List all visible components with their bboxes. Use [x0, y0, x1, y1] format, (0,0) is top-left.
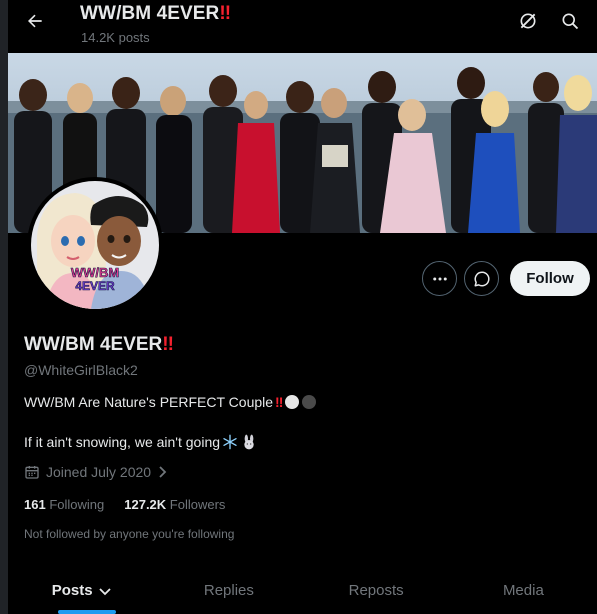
message-icon: [474, 270, 490, 286]
avatar-illustration: WW/BM 4EVER: [31, 181, 159, 309]
chevron-right-icon: [159, 466, 167, 478]
post-count: 14.2K posts: [81, 30, 150, 45]
profile-avatar[interactable]: WW/BM 4EVER: [27, 177, 163, 313]
bio-line-1: WW/BM Are Nature's PERFECT Couple !!: [24, 394, 317, 410]
svg-text:4EVER: 4EVER: [75, 279, 115, 293]
tab-reposts[interactable]: Reposts: [303, 566, 450, 614]
tab-posts[interactable]: Posts: [8, 566, 155, 614]
profile-page: WW/BM 4EVER!! 14.2K posts WW/BM 4EVER Fo…: [8, 0, 597, 614]
tab-active-indicator: [58, 610, 116, 614]
search-button[interactable]: [558, 9, 582, 33]
page-title: WW/BM 4EVER!!: [80, 3, 231, 25]
rabbit-icon: [244, 434, 254, 450]
more-icon: [432, 277, 447, 280]
display-name: WW/BM 4EVER!!: [24, 334, 174, 356]
joined-text: Joined July 2020: [46, 464, 152, 480]
bio-text-2: If it ain't snowing, we ain't going: [24, 434, 221, 450]
window-frame: [0, 0, 8, 614]
arrow-left-icon: [28, 14, 42, 28]
more-button[interactable]: [422, 261, 457, 296]
follow-stats: 161 Following 127.2K Followers: [24, 497, 225, 512]
name-emoji: !!: [162, 334, 174, 355]
tab-posts-label: Posts: [51, 582, 93, 599]
followers-link[interactable]: 127.2K Followers: [124, 497, 225, 512]
followers-count: 127.2K: [124, 497, 167, 512]
following-count: 161: [24, 497, 46, 512]
tab-reposts-label: Reposts: [348, 582, 404, 599]
grok-icon: [520, 13, 536, 29]
followers-label: Followers: [169, 497, 226, 512]
follow-button[interactable]: Follow: [510, 261, 590, 296]
back-button[interactable]: [20, 6, 50, 36]
message-button[interactable]: [464, 261, 499, 296]
chevron-down-icon: [98, 588, 111, 596]
svg-text:WW/BM: WW/BM: [71, 265, 119, 280]
profile-tabs: Posts Replies Reposts Media: [8, 566, 597, 614]
black-circle-icon: [302, 395, 317, 409]
following-link[interactable]: 161 Following: [24, 497, 104, 512]
grok-button[interactable]: [516, 9, 540, 33]
white-circle-icon: [285, 395, 300, 409]
calendar-icon: [25, 466, 39, 479]
top-bar: WW/BM 4EVER!! 14.2K posts: [8, 0, 597, 53]
bio-text-1: WW/BM Are Nature's PERFECT Couple: [24, 394, 274, 410]
title-emoji: !!: [219, 3, 231, 24]
page-title-text: WW/BM 4EVER: [80, 3, 220, 24]
tab-media-label: Media: [502, 582, 544, 599]
avatar-image: WW/BM 4EVER: [31, 181, 159, 309]
user-handle: @WhiteGirlBlack2: [24, 362, 138, 378]
snowflake-icon: [223, 434, 237, 450]
tab-replies-label: Replies: [203, 582, 254, 599]
bio-exclamation-emoji: !!: [275, 394, 283, 410]
tab-replies[interactable]: Replies: [155, 566, 302, 614]
not-followed-note: Not followed by anyone you're following: [24, 527, 235, 541]
search-icon: [562, 13, 579, 30]
bio-line-2: If it ain't snowing, we ain't going: [24, 434, 257, 450]
tab-media[interactable]: Media: [450, 566, 597, 614]
following-label: Following: [49, 497, 105, 512]
display-name-text: WW/BM 4EVER: [24, 334, 163, 355]
joined-date[interactable]: Joined July 2020: [24, 464, 169, 480]
